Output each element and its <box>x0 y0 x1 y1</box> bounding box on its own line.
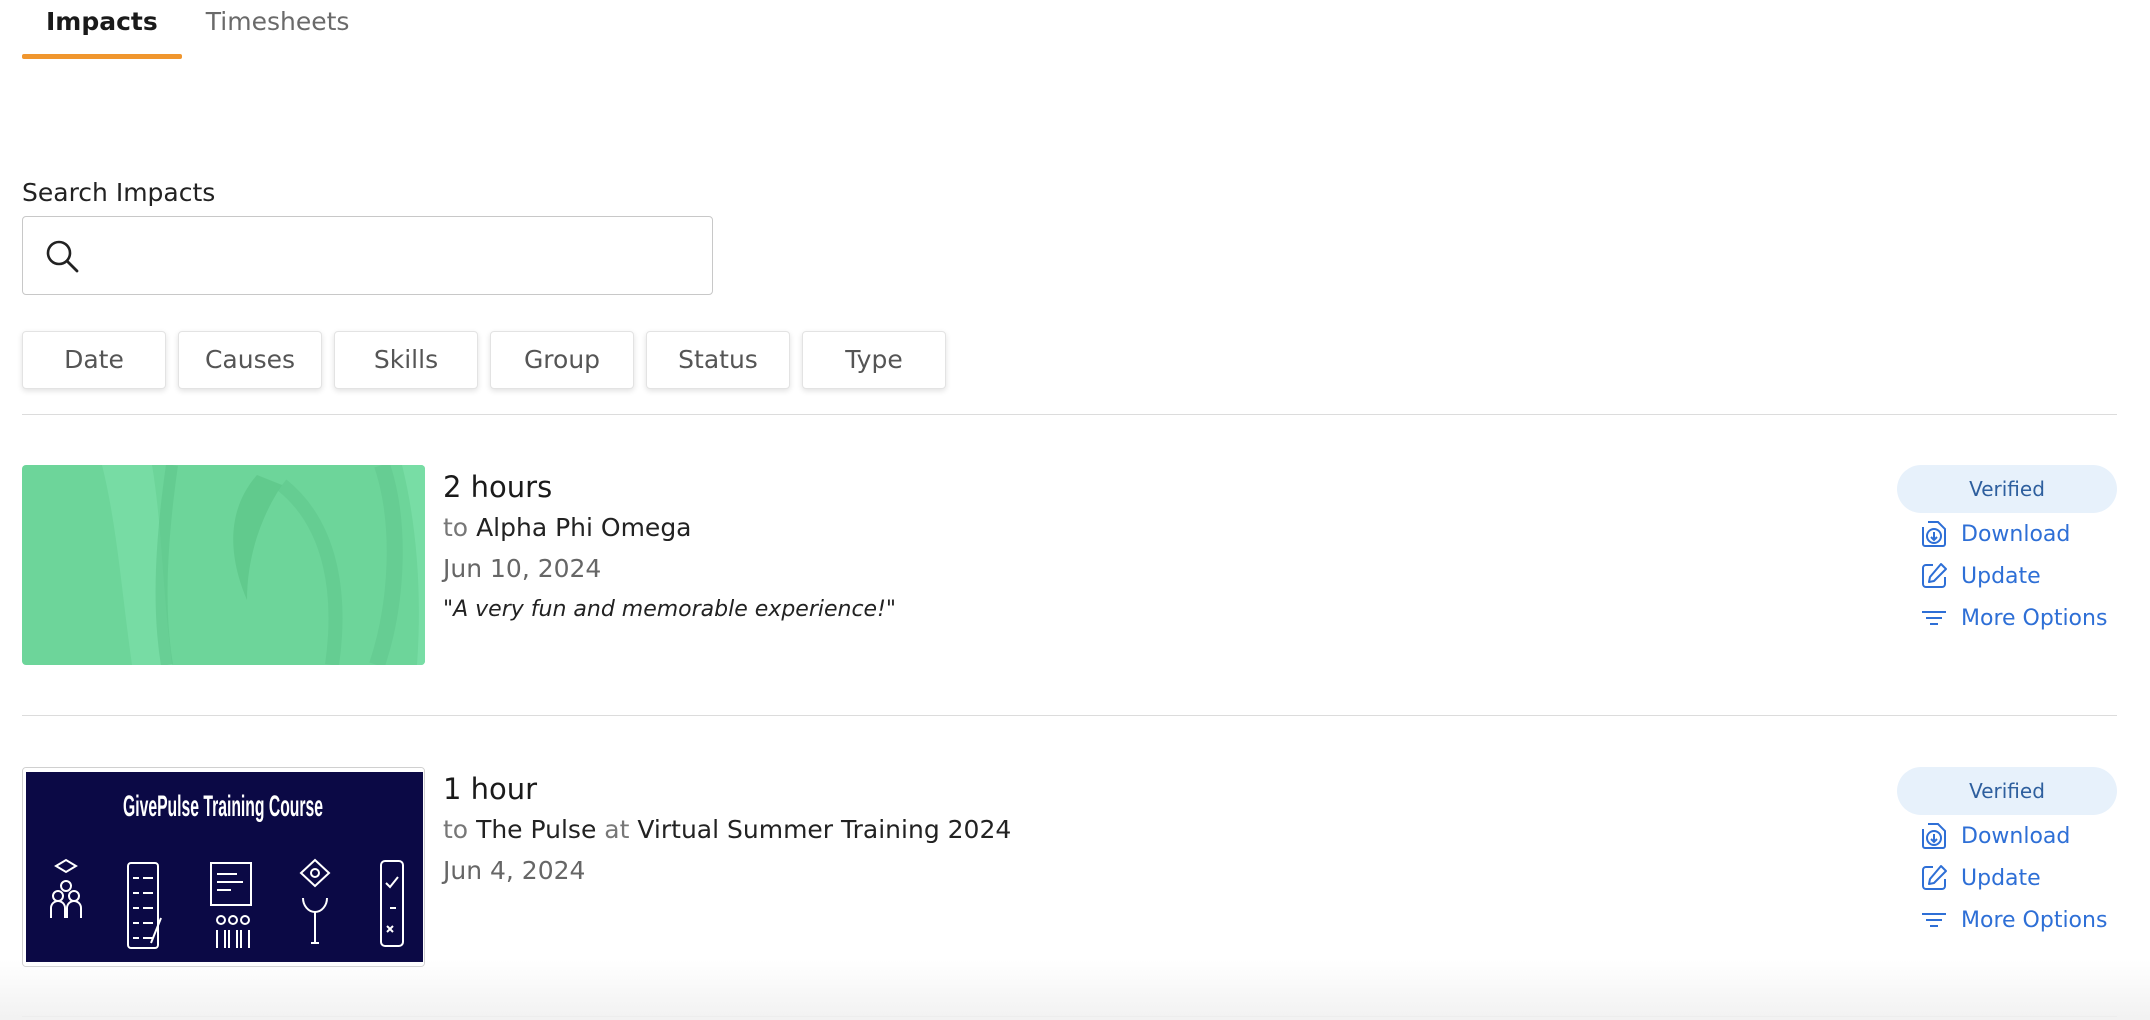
update-label: Update <box>1961 563 2041 589</box>
impact-date: Jun 10, 2024 <box>443 554 602 583</box>
more-options-label: More Options <box>1961 907 2108 933</box>
edit-icon <box>1922 865 1947 890</box>
tab-impacts[interactable]: Impacts <box>22 0 182 60</box>
impacts-page: Impacts Timesheets Search Impacts Date C… <box>0 0 2150 1020</box>
filter-type-button[interactable]: Type <box>802 331 946 389</box>
more-options-button[interactable]: More Options <box>1919 899 2117 941</box>
organization-link[interactable]: The Pulse <box>476 815 596 844</box>
impact-item: GivePulse Training Course 1 hour to The … <box>22 767 2117 967</box>
to-prefix: to <box>443 815 469 844</box>
search-icon <box>46 240 79 273</box>
impact-info: 1 hour to The Pulse at Virtual Summer Tr… <box>443 769 1011 891</box>
tab-bar: Impacts Timesheets <box>22 0 373 60</box>
more-options-label: More Options <box>1961 605 2108 631</box>
filter-status-button[interactable]: Status <box>646 331 790 389</box>
filter-lines-icon <box>1922 611 1946 625</box>
search-label: Search Impacts <box>22 178 216 207</box>
bottom-shadow <box>0 960 2150 1020</box>
filter-date-button[interactable]: Date <box>22 331 166 389</box>
download-button[interactable]: Download <box>1919 815 2117 857</box>
filter-group-button[interactable]: Group <box>490 331 634 389</box>
download-label: Download <box>1961 521 2071 547</box>
search-input[interactable] <box>95 225 695 285</box>
impact-thumbnail[interactable]: GivePulse Training Course <box>22 767 425 967</box>
divider <box>22 414 2117 415</box>
impact-hours: 2 hours <box>443 470 553 504</box>
divider <box>22 715 2117 716</box>
download-button[interactable]: Download <box>1919 513 2117 555</box>
impact-recipient: to The Pulse at Virtual Summer Training … <box>443 809 1011 851</box>
green-pattern-image <box>22 465 425 665</box>
download-icon <box>1922 521 1946 547</box>
at-prefix: at <box>604 815 630 844</box>
search-box[interactable] <box>22 216 713 295</box>
status-badge: Verified <box>1897 767 2117 815</box>
filter-skills-button[interactable]: Skills <box>334 331 478 389</box>
more-options-button[interactable]: More Options <box>1919 597 2117 639</box>
update-button[interactable]: Update <box>1919 857 2117 899</box>
download-label: Download <box>1961 823 2071 849</box>
impact-item: 2 hours to Alpha Phi Omega Jun 10, 2024 … <box>22 465 2117 665</box>
filter-bar: Date Causes Skills Group Status Type <box>22 331 946 389</box>
edit-icon <box>1922 563 1947 588</box>
impact-reflection: "A very fun and memorable experience!" <box>443 597 897 622</box>
filter-lines-icon <box>1922 913 1946 927</box>
impact-thumbnail[interactable] <box>22 465 425 665</box>
impact-recipient: to Alpha Phi Omega <box>443 507 896 549</box>
impact-date: Jun 4, 2024 <box>443 856 586 885</box>
impact-actions: Verified Download Update More Options <box>1897 767 2117 941</box>
update-button[interactable]: Update <box>1919 555 2117 597</box>
filter-causes-button[interactable]: Causes <box>178 331 322 389</box>
event-link[interactable]: Virtual Summer Training 2024 <box>637 815 1011 844</box>
status-badge: Verified <box>1897 465 2117 513</box>
impact-actions: Verified Download Update More Options <box>1897 465 2117 639</box>
to-prefix: to <box>443 513 469 542</box>
tab-timesheets[interactable]: Timesheets <box>182 0 374 60</box>
organization-link[interactable]: Alpha Phi Omega <box>476 513 691 542</box>
update-label: Update <box>1961 865 2041 891</box>
impact-info: 2 hours to Alpha Phi Omega Jun 10, 2024 … <box>443 467 896 631</box>
impact-hours: 1 hour <box>443 772 538 806</box>
banner-title: GivePulse Training Course <box>123 790 323 823</box>
download-icon <box>1922 823 1946 849</box>
training-banner-image: GivePulse Training Course <box>23 768 424 966</box>
